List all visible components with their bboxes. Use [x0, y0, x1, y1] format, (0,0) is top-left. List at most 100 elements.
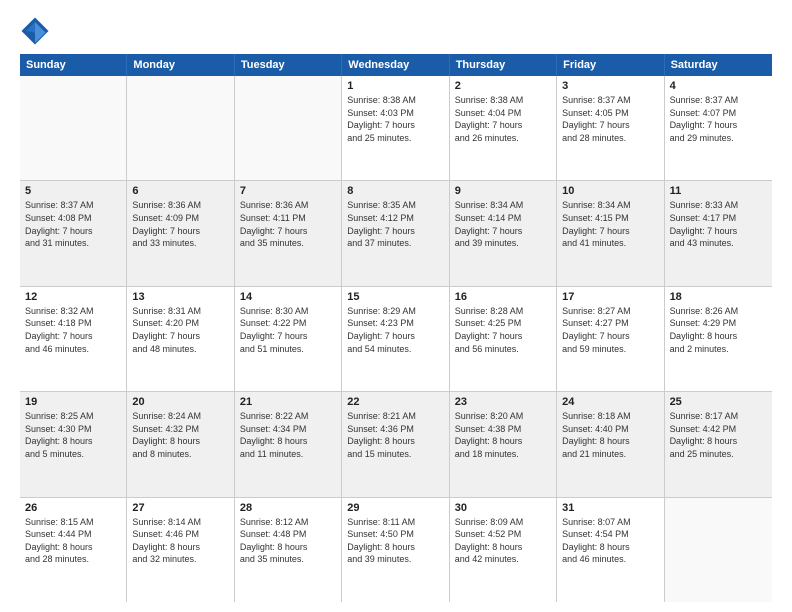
cal-cell-2-3: 7 Sunrise: 8:36 AM Sunset: 4:11 PM Daylig…: [235, 181, 342, 285]
day-number: 14: [240, 291, 336, 303]
day-number: 26: [25, 502, 121, 514]
day-info: Sunrise: 8:37 AM Sunset: 4:05 PM Dayligh…: [562, 94, 658, 144]
day-number: 10: [562, 185, 658, 197]
day-info: Sunrise: 8:18 AM Sunset: 4:40 PM Dayligh…: [562, 410, 658, 460]
day-info: Sunrise: 8:30 AM Sunset: 4:22 PM Dayligh…: [240, 305, 336, 355]
day-info: Sunrise: 8:09 AM Sunset: 4:52 PM Dayligh…: [455, 516, 551, 566]
day-info: Sunrise: 8:12 AM Sunset: 4:48 PM Dayligh…: [240, 516, 336, 566]
day-info: Sunrise: 8:20 AM Sunset: 4:38 PM Dayligh…: [455, 410, 551, 460]
page: SundayMondayTuesdayWednesdayThursdayFrid…: [0, 0, 792, 612]
day-info: Sunrise: 8:11 AM Sunset: 4:50 PM Dayligh…: [347, 516, 443, 566]
day-number: 22: [347, 396, 443, 408]
calendar-row-3: 12Sunrise: 8:32 AM Sunset: 4:18 PM Dayli…: [20, 287, 772, 392]
cal-cell-5-4: 29 Sunrise: 8:11 AM Sunset: 4:50 PM Dayli…: [342, 498, 449, 602]
day-info: Sunrise: 8:25 AM Sunset: 4:30 PM Dayligh…: [25, 410, 121, 460]
day-info: Sunrise: 8:15 AM Sunset: 4:44 PM Dayligh…: [25, 516, 121, 566]
day-info: Sunrise: 8:36 AM Sunset: 4:09 PM Dayligh…: [132, 199, 228, 249]
day-number: 21: [240, 396, 336, 408]
day-number: 7: [240, 185, 336, 197]
day-info: Sunrise: 8:33 AM Sunset: 4:17 PM Dayligh…: [670, 199, 767, 249]
cal-cell-5-7: [665, 498, 772, 602]
day-info: Sunrise: 8:26 AM Sunset: 4:29 PM Dayligh…: [670, 305, 767, 355]
day-info: Sunrise: 8:21 AM Sunset: 4:36 PM Dayligh…: [347, 410, 443, 460]
day-number: 2: [455, 80, 551, 92]
day-info: Sunrise: 8:37 AM Sunset: 4:07 PM Dayligh…: [670, 94, 767, 144]
day-info: Sunrise: 8:37 AM Sunset: 4:08 PM Dayligh…: [25, 199, 121, 249]
header-day-friday: Friday: [557, 54, 664, 76]
day-number: 11: [670, 185, 767, 197]
day-number: 29: [347, 502, 443, 514]
cal-cell-2-4: 8 Sunrise: 8:35 AM Sunset: 4:12 PM Daylig…: [342, 181, 449, 285]
cal-cell-3-5: 16Sunrise: 8:28 AM Sunset: 4:25 PM Dayli…: [450, 287, 557, 391]
cal-cell-4-5: 23 Sunrise: 8:20 AM Sunset: 4:38 PM Dayli…: [450, 392, 557, 496]
logo: [20, 16, 54, 46]
day-number: 30: [455, 502, 551, 514]
day-info: Sunrise: 8:36 AM Sunset: 4:11 PM Dayligh…: [240, 199, 336, 249]
header: [20, 16, 772, 46]
day-number: 16: [455, 291, 551, 303]
cal-cell-2-2: 6 Sunrise: 8:36 AM Sunset: 4:09 PM Daylig…: [127, 181, 234, 285]
day-info: Sunrise: 8:38 AM Sunset: 4:03 PM Dayligh…: [347, 94, 443, 144]
cal-cell-4-7: 25 Sunrise: 8:17 AM Sunset: 4:42 PM Dayli…: [665, 392, 772, 496]
day-info: Sunrise: 8:29 AM Sunset: 4:23 PM Dayligh…: [347, 305, 443, 355]
day-number: 9: [455, 185, 551, 197]
cal-cell-2-7: 11 Sunrise: 8:33 AM Sunset: 4:17 PM Dayli…: [665, 181, 772, 285]
day-info: Sunrise: 8:38 AM Sunset: 4:04 PM Dayligh…: [455, 94, 551, 144]
day-info: Sunrise: 8:31 AM Sunset: 4:20 PM Dayligh…: [132, 305, 228, 355]
day-info: Sunrise: 8:35 AM Sunset: 4:12 PM Dayligh…: [347, 199, 443, 249]
header-day-wednesday: Wednesday: [342, 54, 449, 76]
calendar-row-4: 19Sunrise: 8:25 AM Sunset: 4:30 PM Dayli…: [20, 392, 772, 497]
cal-cell-4-2: 20 Sunrise: 8:24 AM Sunset: 4:32 PM Dayli…: [127, 392, 234, 496]
cal-cell-3-3: 14 Sunrise: 8:30 AM Sunset: 4:22 PM Dayli…: [235, 287, 342, 391]
day-number: 27: [132, 502, 228, 514]
cal-cell-4-1: 19Sunrise: 8:25 AM Sunset: 4:30 PM Dayli…: [20, 392, 127, 496]
header-day-monday: Monday: [127, 54, 234, 76]
header-day-thursday: Thursday: [450, 54, 557, 76]
day-info: Sunrise: 8:07 AM Sunset: 4:54 PM Dayligh…: [562, 516, 658, 566]
day-number: 13: [132, 291, 228, 303]
cal-cell-3-7: 18 Sunrise: 8:26 AM Sunset: 4:29 PM Dayli…: [665, 287, 772, 391]
cal-cell-2-5: 9 Sunrise: 8:34 AM Sunset: 4:14 PM Daylig…: [450, 181, 557, 285]
day-info: Sunrise: 8:34 AM Sunset: 4:14 PM Dayligh…: [455, 199, 551, 249]
day-info: Sunrise: 8:27 AM Sunset: 4:27 PM Dayligh…: [562, 305, 658, 355]
cal-cell-1-7: 4 Sunrise: 8:37 AM Sunset: 4:07 PM Daylig…: [665, 76, 772, 180]
day-info: Sunrise: 8:32 AM Sunset: 4:18 PM Dayligh…: [25, 305, 121, 355]
calendar-header: SundayMondayTuesdayWednesdayThursdayFrid…: [20, 54, 772, 76]
cal-cell-4-4: 22 Sunrise: 8:21 AM Sunset: 4:36 PM Dayli…: [342, 392, 449, 496]
calendar-row-5: 26 Sunrise: 8:15 AM Sunset: 4:44 PM Dayli…: [20, 498, 772, 602]
day-number: 18: [670, 291, 767, 303]
day-info: Sunrise: 8:17 AM Sunset: 4:42 PM Dayligh…: [670, 410, 767, 460]
header-day-sunday: Sunday: [20, 54, 127, 76]
cal-cell-3-6: 17 Sunrise: 8:27 AM Sunset: 4:27 PM Dayli…: [557, 287, 664, 391]
cal-cell-4-6: 24 Sunrise: 8:18 AM Sunset: 4:40 PM Dayli…: [557, 392, 664, 496]
cal-cell-4-3: 21 Sunrise: 8:22 AM Sunset: 4:34 PM Dayli…: [235, 392, 342, 496]
day-number: 4: [670, 80, 767, 92]
cal-cell-1-6: 3 Sunrise: 8:37 AM Sunset: 4:05 PM Daylig…: [557, 76, 664, 180]
cal-cell-3-4: 15Sunrise: 8:29 AM Sunset: 4:23 PM Dayli…: [342, 287, 449, 391]
cal-cell-1-2: [127, 76, 234, 180]
day-number: 20: [132, 396, 228, 408]
cal-cell-1-5: 2 Sunrise: 8:38 AM Sunset: 4:04 PM Daylig…: [450, 76, 557, 180]
cal-cell-3-1: 12Sunrise: 8:32 AM Sunset: 4:18 PM Dayli…: [20, 287, 127, 391]
day-number: 8: [347, 185, 443, 197]
cal-cell-1-3: [235, 76, 342, 180]
day-number: 3: [562, 80, 658, 92]
day-number: 25: [670, 396, 767, 408]
day-number: 23: [455, 396, 551, 408]
day-number: 24: [562, 396, 658, 408]
cal-cell-3-2: 13 Sunrise: 8:31 AM Sunset: 4:20 PM Dayli…: [127, 287, 234, 391]
header-day-saturday: Saturday: [665, 54, 772, 76]
day-info: Sunrise: 8:22 AM Sunset: 4:34 PM Dayligh…: [240, 410, 336, 460]
cal-cell-5-5: 30 Sunrise: 8:09 AM Sunset: 4:52 PM Dayli…: [450, 498, 557, 602]
logo-icon: [20, 16, 50, 46]
day-info: Sunrise: 8:34 AM Sunset: 4:15 PM Dayligh…: [562, 199, 658, 249]
cal-cell-1-4: 1 Sunrise: 8:38 AM Sunset: 4:03 PM Daylig…: [342, 76, 449, 180]
day-info: Sunrise: 8:24 AM Sunset: 4:32 PM Dayligh…: [132, 410, 228, 460]
cal-cell-2-6: 10 Sunrise: 8:34 AM Sunset: 4:15 PM Dayli…: [557, 181, 664, 285]
cal-cell-5-1: 26 Sunrise: 8:15 AM Sunset: 4:44 PM Dayli…: [20, 498, 127, 602]
calendar: SundayMondayTuesdayWednesdayThursdayFrid…: [20, 54, 772, 602]
day-number: 17: [562, 291, 658, 303]
day-number: 6: [132, 185, 228, 197]
day-number: 1: [347, 80, 443, 92]
day-number: 28: [240, 502, 336, 514]
